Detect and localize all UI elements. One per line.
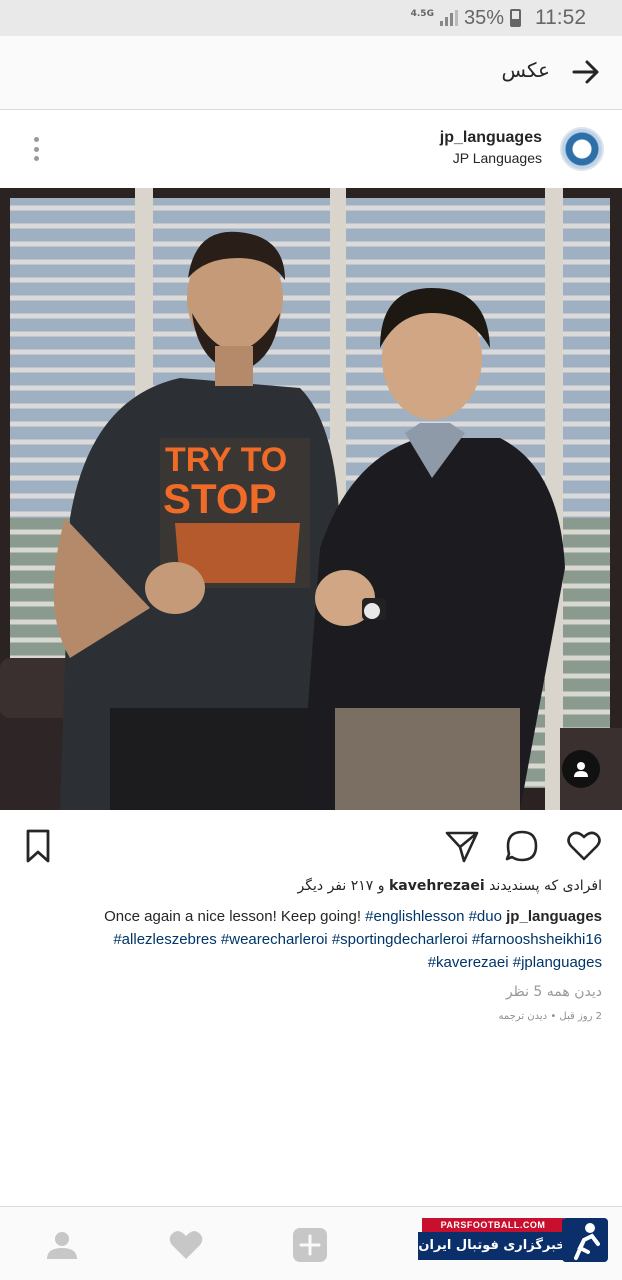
- arrow-right-icon[interactable]: [570, 56, 602, 88]
- status-bar: 4.5G 35% 11:52: [0, 0, 622, 36]
- caption-line-2: #allezleszebres #wearecharleroi #sportin…: [12, 928, 602, 951]
- clock: 11:52: [535, 6, 586, 29]
- post-photo[interactable]: TRY TO STOP: [0, 188, 622, 810]
- save-icon[interactable]: [20, 828, 56, 864]
- meta-separator: •: [550, 1011, 557, 1022]
- shirt-text-line-2: STOP: [163, 475, 277, 522]
- watermark-logo-icon: [562, 1218, 608, 1262]
- add-icon[interactable]: [292, 1227, 328, 1263]
- tagged-people-icon[interactable]: [562, 750, 600, 788]
- app-header: عکس: [0, 36, 622, 110]
- status-icons: 4.5G 35% 11:52: [411, 6, 586, 30]
- hashtag[interactable]: #wearecharleroi: [221, 931, 328, 948]
- battery-percent: 35%: [463, 6, 504, 29]
- caption-text: Once again a nice lesson! Keep going!: [104, 908, 361, 925]
- photo-illustration: TRY TO STOP: [0, 188, 622, 810]
- post-time: 2 روز قبل: [559, 1011, 602, 1022]
- signal-icon: [439, 10, 458, 26]
- post-display-name: JP Languages: [452, 150, 542, 166]
- see-translation-link[interactable]: دیدن ترجمه: [498, 1011, 547, 1022]
- likes-prefix: افرادی که پسندیدند: [489, 878, 602, 894]
- post-caption: Once again a nice lesson! Keep going! #e…: [12, 905, 602, 974]
- hashtag[interactable]: #kaverezaei: [428, 954, 509, 971]
- profile-icon[interactable]: [44, 1227, 80, 1263]
- more-vertical-icon[interactable]: [28, 135, 44, 163]
- view-all-comments[interactable]: دیدن همه 5 نظر: [506, 984, 602, 1000]
- hashtag[interactable]: #allezleszebres: [113, 931, 216, 948]
- likes-summary[interactable]: افرادی که پسندیدند kavehrezaei و ۲۱۷ نفر…: [298, 878, 602, 894]
- heart-icon[interactable]: [168, 1227, 204, 1263]
- watermark-tagline: خبرگزاری فوتبال ایران: [418, 1232, 566, 1260]
- post-header: JP jp_languages JP Languages: [0, 111, 622, 188]
- like-icon[interactable]: [566, 828, 602, 864]
- view-comments-prefix: دیدن همه: [546, 984, 602, 1000]
- shirt-text-line-1: TRY TO: [165, 441, 287, 479]
- network-label: 4.5G: [410, 8, 434, 19]
- comment-icon[interactable]: [504, 828, 540, 864]
- view-comments-count: 5: [533, 984, 543, 1000]
- caption-username[interactable]: jp_languages: [506, 908, 602, 925]
- view-comments-suffix: نظر: [505, 984, 529, 1000]
- post-meta: 2 روز قبل • دیدن ترجمه: [498, 1011, 602, 1022]
- post-actions: [0, 810, 622, 880]
- watermark-site: PARSFOOTBALL.COM: [422, 1218, 564, 1232]
- watermark: PARSFOOTBALL.COM خبرگزاری فوتبال ایران: [418, 1218, 608, 1264]
- caption-line-1: Once again a nice lesson! Keep going! #e…: [12, 905, 602, 928]
- avatar[interactable]: JP: [560, 127, 604, 171]
- hashtag[interactable]: #sportingdecharleroi: [332, 931, 468, 948]
- likes-user[interactable]: kavehrezaei: [389, 878, 485, 894]
- hashtag[interactable]: #duo: [469, 908, 502, 925]
- share-icon[interactable]: [444, 828, 480, 864]
- likes-suffix: و ۲۱۷ نفر دیگر: [297, 878, 385, 894]
- hashtag[interactable]: #jplanguages: [513, 954, 602, 971]
- hashtag[interactable]: #farnooshsheikhi16: [472, 931, 602, 948]
- battery-icon: [510, 9, 521, 27]
- caption-line-3: #kaverezaei #jplanguages: [12, 951, 602, 974]
- page-title: عکس: [501, 58, 550, 82]
- hashtag[interactable]: #englishlesson: [365, 908, 464, 925]
- avatar-logo-icon: JP: [574, 141, 590, 156]
- post-username[interactable]: jp_languages: [440, 129, 542, 147]
